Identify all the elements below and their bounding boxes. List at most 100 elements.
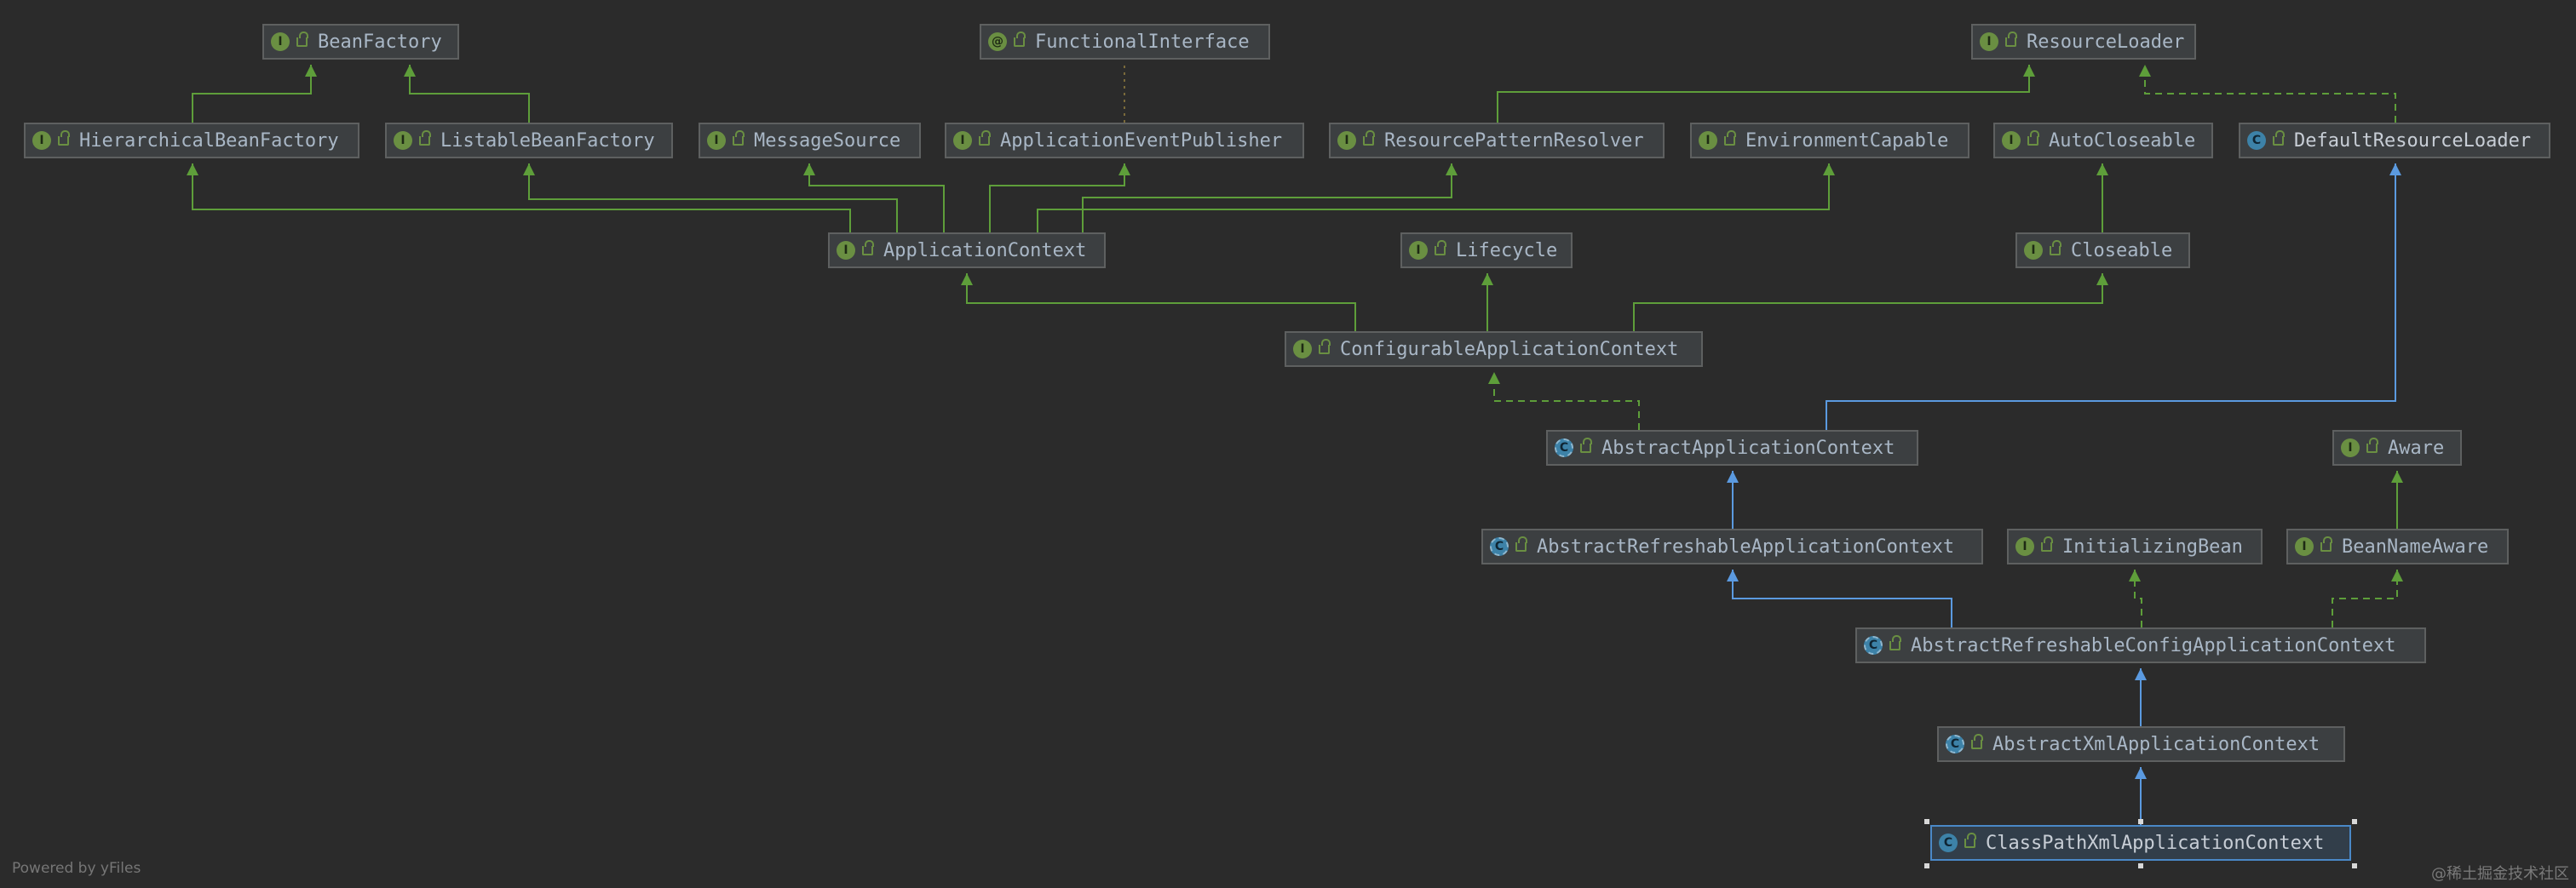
node-listable-bean-factory[interactable]: I ListableBeanFactory (385, 123, 673, 158)
node-abstract-refreshable-config-application-context[interactable]: C AbstractRefreshableConfigApplicationCon… (1855, 627, 2426, 663)
node-label: BeanFactory (318, 31, 442, 53)
arrowhead (187, 163, 198, 175)
interface-icon: I (271, 32, 290, 51)
node-label: MessageSource (754, 129, 901, 152)
node-label: ApplicationContext (883, 239, 1087, 261)
node-label: ClassPathXmlApplicationContext (1986, 832, 2325, 854)
node-initializing-bean[interactable]: I InitializingBean (2007, 529, 2263, 564)
arrowhead (1481, 273, 1493, 285)
interface-icon: I (1293, 340, 1312, 358)
arrowhead (1488, 372, 1500, 384)
public-visibility-icon (2320, 536, 2332, 552)
public-visibility-icon (1435, 239, 1446, 255)
edge-extends-class (1826, 163, 2401, 430)
selection-handle[interactable] (2138, 819, 2143, 824)
public-visibility-icon (2041, 536, 2053, 552)
node-label: Aware (2388, 437, 2445, 459)
node-default-resource-loader[interactable]: C DefaultResourceLoader (2239, 123, 2550, 158)
abstract-class-icon: C (1946, 735, 1964, 753)
watermark: @稀土掘金技术社区 (2431, 865, 2569, 883)
arrowhead (2389, 163, 2401, 175)
node-configurable-application-context[interactable]: I ConfigurableApplicationContext (1285, 331, 1703, 367)
public-visibility-icon (1971, 733, 1983, 749)
edge-implements (2332, 570, 2403, 627)
node-abstract-refreshable-application-context[interactable]: C AbstractRefreshableApplicationContext (1481, 529, 1983, 564)
interface-icon: I (707, 131, 726, 150)
node-label: FunctionalInterface (1035, 31, 1250, 53)
selection-handle[interactable] (2352, 819, 2357, 824)
edge-extends-class (2135, 668, 2147, 726)
public-visibility-icon (419, 129, 431, 146)
node-abstract-xml-application-context[interactable]: C AbstractXmlApplicationContext (1937, 726, 2345, 762)
edge-extends-class (2135, 767, 2147, 825)
interface-icon: I (2295, 537, 2314, 556)
abstract-class-icon: C (1490, 537, 1509, 556)
node-bean-factory[interactable]: I BeanFactory (262, 24, 459, 60)
public-visibility-icon (1515, 536, 1527, 552)
arrowhead (2135, 767, 2147, 779)
interface-icon: I (32, 131, 51, 150)
interface-icon: I (1409, 241, 1428, 260)
node-label: AbstractRefreshableConfigApplicationCont… (1911, 634, 2396, 656)
arrowhead (2023, 65, 2035, 77)
node-label: DefaultResourceLoader (2294, 129, 2532, 152)
arrowhead (2391, 471, 2403, 483)
node-aware[interactable]: I Aware (2332, 430, 2462, 466)
node-hierarchical-bean-factory[interactable]: I HierarchicalBeanFactory (24, 123, 359, 158)
node-closeable[interactable]: I Closeable (2015, 232, 2190, 268)
edge-extends (404, 65, 530, 123)
public-visibility-icon (2366, 437, 2378, 453)
node-application-context[interactable]: I ApplicationContext (828, 232, 1106, 268)
node-label: EnvironmentCapable (1745, 129, 1949, 152)
edge-extends-class (1727, 570, 1952, 627)
interface-icon: I (2341, 438, 2360, 457)
edge-implements (2139, 65, 2396, 123)
interface-icon: I (2002, 131, 2021, 150)
node-label: ListableBeanFactory (440, 129, 655, 152)
node-environment-capable[interactable]: I EnvironmentCapable (1690, 123, 1969, 158)
edge-extends (1633, 273, 2108, 331)
public-visibility-icon (1014, 31, 1026, 47)
edge-extends (523, 163, 898, 232)
selection-handle[interactable] (2138, 863, 2143, 868)
edge-extends (2096, 163, 2108, 232)
interface-icon: I (2015, 537, 2034, 556)
node-application-event-publisher[interactable]: I ApplicationEventPublisher (945, 123, 1304, 158)
public-visibility-icon (2273, 129, 2285, 146)
public-visibility-icon (1964, 832, 1976, 848)
abstract-class-icon: C (1864, 636, 1883, 655)
arrowhead (1446, 163, 1458, 175)
node-lifecycle[interactable]: I Lifecycle (1400, 232, 1573, 268)
node-class-path-xml-application-context[interactable]: C ClassPathXmlApplicationContext (1930, 825, 2351, 861)
arrowhead (1727, 471, 1739, 483)
interface-icon: I (1337, 131, 1356, 150)
node-label: HierarchicalBeanFactory (79, 129, 339, 152)
selection-handle[interactable] (1924, 819, 1929, 824)
selection-handle[interactable] (2352, 863, 2357, 868)
edge-extends (2391, 471, 2403, 529)
node-label: AutoCloseable (2049, 129, 2196, 152)
interface-icon: I (953, 131, 972, 150)
node-resource-pattern-resolver[interactable]: I ResourcePatternResolver (1329, 123, 1665, 158)
arrowhead (1118, 163, 1130, 175)
public-visibility-icon (2005, 31, 2017, 47)
class-icon: C (1939, 834, 1958, 852)
node-message-source[interactable]: I MessageSource (699, 123, 921, 158)
public-visibility-icon (2050, 239, 2061, 255)
interface-icon: I (394, 131, 412, 150)
node-functional-interface[interactable]: @ FunctionalInterface (980, 24, 1270, 60)
class-icon: C (2247, 131, 2266, 150)
node-bean-name-aware[interactable]: I BeanNameAware (2286, 529, 2509, 564)
arrowhead (523, 163, 535, 175)
annotation-icon: @ (988, 32, 1007, 51)
node-auto-closeable[interactable]: I AutoCloseable (1993, 123, 2213, 158)
node-resource-loader[interactable]: I ResourceLoader (1971, 24, 2196, 60)
node-abstract-application-context[interactable]: C AbstractApplicationContext (1546, 430, 1918, 466)
arrowhead (2135, 668, 2147, 680)
selection-handle[interactable] (1924, 863, 1929, 868)
edge-extends-class (1727, 471, 1739, 529)
arrowhead (961, 273, 973, 285)
public-visibility-icon (862, 239, 874, 255)
interface-icon: I (2024, 241, 2043, 260)
node-label: ApplicationEventPublisher (1000, 129, 1283, 152)
